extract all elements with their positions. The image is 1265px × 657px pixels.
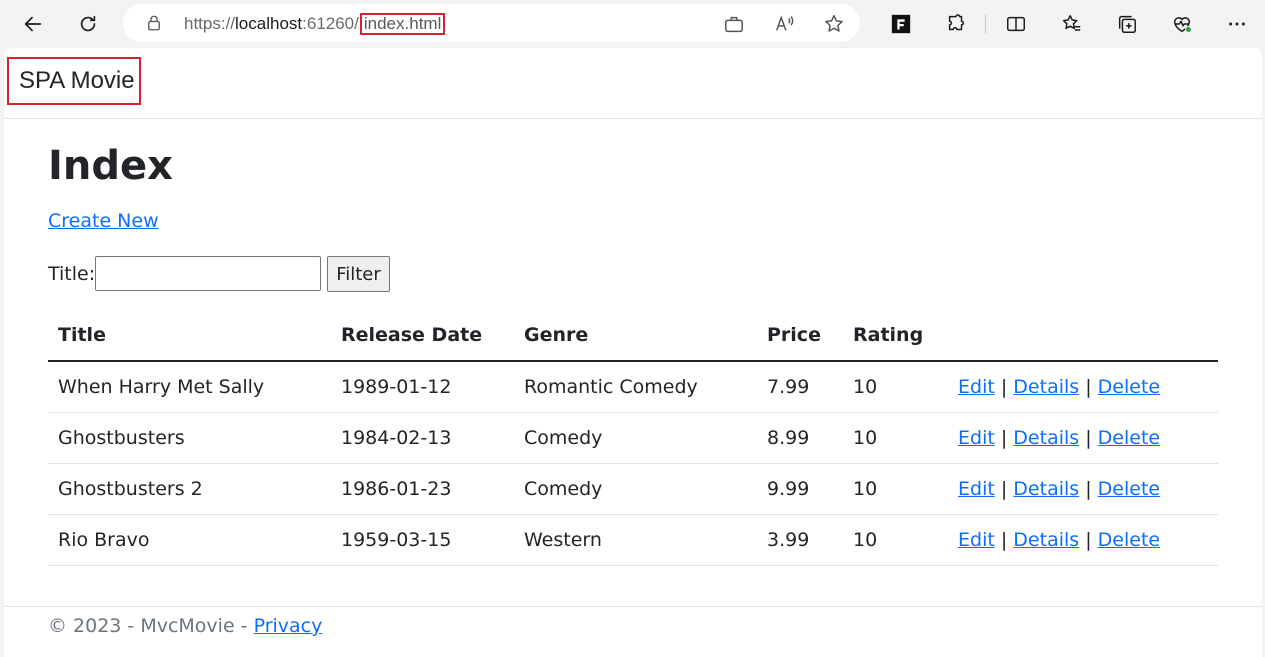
toolbar-separator: [985, 14, 986, 34]
page-viewport: SPA Movie Index Create New Title: Filter…: [4, 48, 1262, 657]
action-separator: |: [1085, 529, 1092, 551]
cell-price: 3.99: [757, 514, 843, 566]
action-separator: |: [1000, 427, 1008, 449]
cell-release-date: 1989-01-12: [331, 361, 514, 413]
cell-rating: 10: [843, 463, 948, 515]
cell-title: Rio Bravo: [48, 514, 331, 566]
edit-link[interactable]: Edit: [958, 478, 995, 500]
filter-button[interactable]: Filter: [327, 256, 390, 292]
title-filter-input[interactable]: [95, 256, 321, 291]
collections-icon[interactable]: [1111, 8, 1143, 40]
cell-release-date: 1986-01-23: [331, 463, 514, 515]
cell-price: 7.99: [757, 361, 843, 413]
lock-icon[interactable]: [145, 14, 163, 32]
cell-actions: Edit | Details | Delete: [948, 463, 1218, 515]
delete-link[interactable]: Delete: [1098, 427, 1160, 449]
column-header-title: Title: [48, 310, 331, 362]
cell-genre: Comedy: [514, 463, 757, 515]
edit-link[interactable]: Edit: [958, 427, 995, 449]
edit-link[interactable]: Edit: [958, 529, 995, 551]
browser-toolbar: https://localhost:61260/index.html: [0, 0, 1265, 48]
table-row: Rio Bravo 1959-03-15 Western 3.99 10 Edi…: [48, 514, 1218, 566]
table-row: Ghostbusters 2 1986-01-23 Comedy 9.99 10…: [48, 463, 1218, 515]
read-aloud-icon[interactable]: [773, 13, 795, 35]
action-separator: |: [1085, 427, 1092, 449]
page-title: Index: [48, 143, 173, 189]
cell-actions: Edit | Details | Delete: [948, 361, 1218, 413]
cell-price: 9.99: [757, 463, 843, 515]
extensions-puzzle-icon[interactable]: [940, 8, 972, 40]
navbar: SPA Movie: [4, 48, 1262, 119]
url-path-highlighted: index.html: [359, 13, 446, 35]
url-port: :61260/: [302, 14, 359, 33]
split-screen-icon[interactable]: [1000, 8, 1032, 40]
action-separator: |: [1085, 478, 1092, 500]
navbar-brand[interactable]: SPA Movie: [7, 57, 141, 105]
cell-rating: 10: [843, 361, 948, 413]
back-arrow-icon[interactable]: [17, 8, 49, 40]
address-bar[interactable]: https://localhost:61260/index.html: [123, 4, 860, 42]
table-header-row: Title Release Date Genre Price Rating: [48, 310, 1218, 362]
details-link[interactable]: Details: [1013, 427, 1079, 449]
cell-actions: Edit | Details | Delete: [948, 514, 1218, 566]
details-link[interactable]: Details: [1013, 376, 1079, 398]
details-link[interactable]: Details: [1013, 478, 1079, 500]
delete-link[interactable]: Delete: [1098, 478, 1160, 500]
cell-title: Ghostbusters: [48, 412, 331, 464]
favorites-icon[interactable]: [1056, 8, 1088, 40]
delete-link[interactable]: Delete: [1098, 376, 1160, 398]
footer: © 2023 - MvcMovie - Privacy: [4, 606, 1262, 657]
cell-rating: 10: [843, 412, 948, 464]
cell-rating: 10: [843, 514, 948, 566]
action-separator: |: [1000, 529, 1008, 551]
cell-release-date: 1959-03-15: [331, 514, 514, 566]
title-filter-label: Title:: [48, 263, 96, 285]
cell-price: 8.99: [757, 412, 843, 464]
privacy-link[interactable]: Privacy: [254, 615, 323, 637]
favorite-star-icon[interactable]: [823, 13, 845, 35]
more-options-icon[interactable]: [1221, 8, 1253, 40]
delete-link[interactable]: Delete: [1098, 529, 1160, 551]
url-scheme: https://: [184, 14, 236, 33]
footer-text: © 2023 - MvcMovie - Privacy: [48, 611, 322, 641]
refresh-icon[interactable]: [72, 8, 104, 40]
create-new-link[interactable]: Create New: [48, 209, 159, 233]
cell-genre: Comedy: [514, 412, 757, 464]
action-separator: |: [1000, 376, 1008, 398]
movies-table: Title Release Date Genre Price Rating Wh…: [48, 310, 1218, 566]
browser-essentials-icon[interactable]: [1166, 8, 1198, 40]
cell-genre: Romantic Comedy: [514, 361, 757, 413]
table-row: Ghostbusters 1984-02-13 Comedy 8.99 10 E…: [48, 412, 1218, 464]
extension-f-icon[interactable]: [885, 8, 917, 40]
cell-actions: Edit | Details | Delete: [948, 412, 1218, 464]
cell-genre: Western: [514, 514, 757, 566]
edit-link[interactable]: Edit: [958, 376, 995, 398]
column-header-price: Price: [757, 310, 843, 362]
action-separator: |: [1000, 478, 1008, 500]
url-text[interactable]: https://localhost:61260/index.html: [184, 13, 446, 35]
column-header-genre: Genre: [514, 310, 757, 362]
url-host: localhost: [235, 14, 303, 33]
app-available-icon[interactable]: [723, 13, 745, 35]
details-link[interactable]: Details: [1013, 529, 1079, 551]
column-header-actions: [948, 310, 1218, 362]
cell-title: When Harry Met Sally: [48, 361, 331, 413]
column-header-release-date: Release Date: [331, 310, 514, 362]
column-header-rating: Rating: [843, 310, 948, 362]
table-row: When Harry Met Sally 1989-01-12 Romantic…: [48, 361, 1218, 413]
action-separator: |: [1085, 376, 1092, 398]
cell-title: Ghostbusters 2: [48, 463, 331, 515]
cell-release-date: 1984-02-13: [331, 412, 514, 464]
footer-copyright: © 2023 - MvcMovie -: [48, 615, 254, 637]
